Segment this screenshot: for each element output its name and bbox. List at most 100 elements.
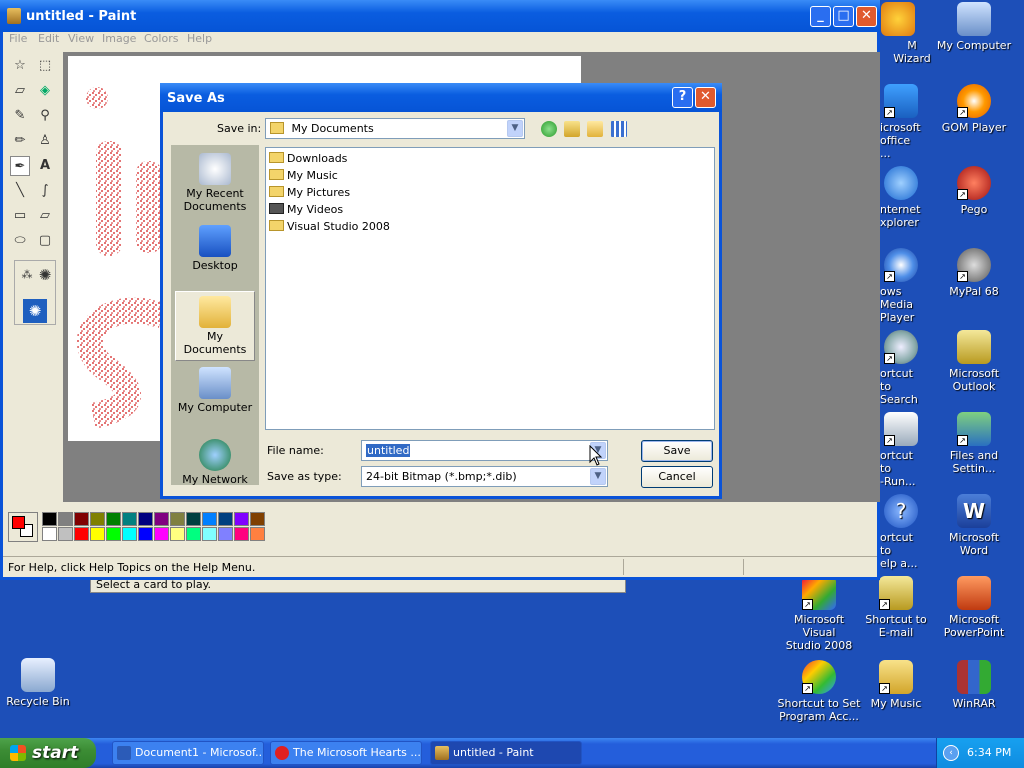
desktop-icon-mypal[interactable]: ↗ MyPal 68 — [936, 248, 1012, 298]
up-folder-icon[interactable] — [564, 121, 580, 137]
palette-color-swatch[interactable] — [58, 512, 73, 526]
pencil-icon[interactable]: ✏ — [10, 131, 30, 151]
place-my-computer[interactable]: My Computer — [175, 363, 255, 429]
save-button[interactable]: Save — [641, 440, 713, 462]
ellipse-icon[interactable]: ⬭ — [10, 231, 30, 251]
palette-color-swatch[interactable] — [138, 527, 153, 541]
palette-color-swatch[interactable] — [250, 527, 265, 541]
list-item[interactable]: My Pictures — [269, 184, 350, 201]
brush-icon[interactable]: ♙ — [35, 131, 55, 151]
list-item[interactable]: Visual Studio 2008 — [269, 218, 390, 235]
close-button[interactable]: ✕ — [856, 6, 877, 27]
palette-color-swatch[interactable] — [90, 527, 105, 541]
palette-color-swatch[interactable] — [74, 512, 89, 526]
place-desktop[interactable]: Desktop — [175, 221, 255, 287]
file-list[interactable]: Downloads My Music My Pictures My Videos… — [265, 147, 715, 430]
chevron-down-icon[interactable]: ▼ — [507, 120, 523, 137]
palette-color-swatch[interactable] — [250, 512, 265, 526]
palette-color-swatch[interactable] — [122, 512, 137, 526]
palette-color-swatch[interactable] — [154, 527, 169, 541]
new-folder-icon[interactable] — [587, 121, 603, 137]
desktop-icon-winrar[interactable]: WinRAR — [936, 660, 1012, 710]
back-icon[interactable] — [541, 121, 557, 137]
tray-expand-icon[interactable]: ‹ — [943, 745, 959, 761]
palette-color-swatch[interactable] — [186, 512, 201, 526]
color-picker-icon[interactable]: ✎ — [10, 106, 30, 126]
desktop-icon-pego[interactable]: ↗ Pego — [936, 166, 1012, 216]
fill-bucket-icon[interactable]: ◈ — [35, 81, 55, 101]
line-icon[interactable]: ╲ — [10, 181, 30, 201]
menu-view[interactable]: View — [68, 32, 94, 45]
list-item[interactable]: My Music — [269, 167, 338, 184]
palette-color-swatch[interactable] — [234, 512, 249, 526]
polygon-icon[interactable]: ▱ — [35, 206, 55, 226]
foreground-color-swatch[interactable] — [12, 516, 25, 529]
save-in-dropdown[interactable]: My Documents ▼ — [265, 118, 525, 139]
rect-select-icon[interactable]: ⬚ — [35, 56, 55, 76]
desktop-icon-set-program-access[interactable]: ↗ Shortcut to Set Program Acc... — [776, 660, 862, 723]
magnifier-icon[interactable]: ⚲ — [35, 106, 55, 126]
palette-color-swatch[interactable] — [74, 527, 89, 541]
menu-colors[interactable]: Colors — [144, 32, 178, 45]
palette-color-swatch[interactable] — [106, 512, 121, 526]
free-select-icon[interactable]: ☆ — [10, 56, 30, 76]
place-my-documents[interactable]: My Documents — [175, 291, 255, 361]
start-button[interactable]: start — [0, 738, 96, 768]
spray-large-icon[interactable]: ✺ — [23, 299, 47, 323]
palette-color-swatch[interactable] — [218, 527, 233, 541]
palette-color-swatch[interactable] — [42, 527, 57, 541]
desktop-icon-email[interactable]: ↗ Shortcut to E-mail — [858, 576, 934, 639]
task-hearts[interactable]: The Microsoft Hearts ... — [270, 741, 422, 765]
desktop-icon-files-settings[interactable]: ↗ Files and Settin... — [936, 412, 1012, 475]
dialog-title-bar[interactable]: Save As ? ✕ — [160, 83, 722, 112]
eraser-icon[interactable]: ▱ — [10, 81, 30, 101]
palette-color-swatch[interactable] — [234, 527, 249, 541]
rounded-rect-icon[interactable]: ▢ — [35, 231, 55, 251]
place-recent-documents[interactable]: My Recent Documents — [175, 149, 255, 215]
help-button[interactable]: ? — [672, 87, 693, 108]
palette-color-swatch[interactable] — [90, 512, 105, 526]
list-item[interactable]: My Videos — [269, 201, 343, 218]
airbrush-icon[interactable]: ✒ — [10, 156, 30, 176]
task-paint[interactable]: untitled - Paint — [430, 741, 582, 765]
save-type-dropdown[interactable]: 24-bit Bitmap (*.bmp;*.dib) ▼ — [361, 466, 608, 487]
view-menu-icon[interactable] — [611, 121, 627, 137]
curve-icon[interactable]: ∫ — [35, 181, 55, 201]
palette-color-swatch[interactable] — [202, 527, 217, 541]
palette-color-swatch[interactable] — [58, 527, 73, 541]
file-name-field[interactable]: untitled ▼ — [361, 440, 608, 461]
desktop-icon-my-computer[interactable]: My Computer — [936, 2, 1012, 52]
palette-color-swatch[interactable] — [202, 512, 217, 526]
maximize-button[interactable]: □ — [833, 6, 854, 27]
palette-color-swatch[interactable] — [218, 512, 233, 526]
menu-image[interactable]: Image — [102, 32, 136, 45]
task-word-document[interactable]: Document1 - Microsof... — [112, 741, 264, 765]
minimize-button[interactable]: _ — [810, 6, 831, 27]
menu-file[interactable]: File — [9, 32, 27, 45]
paint-title-bar[interactable]: untitled - Paint _ □ ✕ — [0, 0, 880, 32]
palette-color-swatch[interactable] — [42, 512, 57, 526]
desktop-icon-gom-player[interactable]: ↗ GOM Player — [936, 84, 1012, 134]
desktop-icon-word[interactable]: W Microsoft Word — [936, 494, 1012, 557]
menu-edit[interactable]: Edit — [38, 32, 59, 45]
palette-color-swatch[interactable] — [170, 512, 185, 526]
palette-color-swatch[interactable] — [138, 512, 153, 526]
cancel-button[interactable]: Cancel — [641, 466, 713, 488]
list-item[interactable]: Downloads — [269, 150, 347, 167]
text-tool-icon[interactable]: A — [35, 156, 55, 176]
palette-color-swatch[interactable] — [170, 527, 185, 541]
spray-medium-icon[interactable]: ✺ — [35, 265, 55, 285]
spray-small-icon[interactable]: ⁂ — [17, 265, 37, 285]
chevron-down-icon[interactable]: ▼ — [590, 468, 606, 485]
dialog-close-button[interactable]: ✕ — [695, 87, 716, 108]
desktop-icon-outlook[interactable]: Microsoft Outlook — [936, 330, 1012, 393]
desktop-icon-visual-studio[interactable]: ↗ Microsoft Visual Studio 2008 — [778, 576, 860, 652]
palette-color-swatch[interactable] — [186, 527, 201, 541]
desktop-icon-my-music[interactable]: ↗ My Music — [858, 660, 934, 710]
palette-color-swatch[interactable] — [154, 512, 169, 526]
place-my-network[interactable]: My Network — [175, 435, 255, 501]
desktop-icon-recycle-bin[interactable]: Recycle Bin — [0, 658, 76, 708]
desktop-icon-powerpoint[interactable]: Microsoft PowerPoint — [936, 576, 1012, 639]
palette-color-swatch[interactable] — [122, 527, 137, 541]
palette-color-swatch[interactable] — [106, 527, 121, 541]
